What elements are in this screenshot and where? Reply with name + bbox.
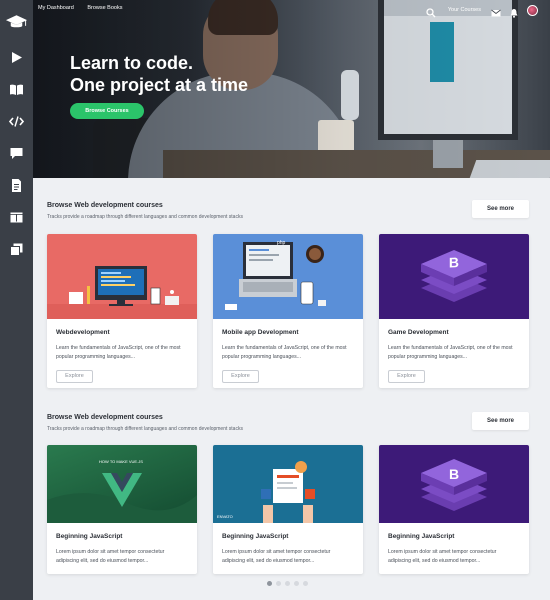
- top-right-toolbar: Your Courses: [426, 3, 538, 18]
- section-header: Browse Web development courses Tracks pr…: [47, 202, 243, 220]
- course-card[interactable]: HOW TO MAKE VUE.JS Beginning JavaScript …: [47, 445, 197, 574]
- section-subtitle: Tracks provide a roadmap through differe…: [47, 426, 243, 432]
- bell-icon[interactable]: [509, 5, 519, 18]
- nav-browse-books[interactable]: Browse Books: [87, 5, 122, 11]
- nav-your-courses[interactable]: Your Courses: [448, 7, 481, 13]
- course-description: Lorem ipsum dolor sit amet tempor consec…: [222, 549, 331, 564]
- copy-icon[interactable]: [9, 242, 24, 257]
- see-more-button[interactable]: See more: [472, 200, 529, 218]
- course-card[interactable]: ENVATO Beginning JavaScript Lorem ipsum …: [213, 445, 363, 574]
- course-title: Beginning JavaScript: [56, 533, 123, 540]
- course-title: Mobile app Development: [222, 329, 299, 336]
- pagination-dot[interactable]: [267, 581, 272, 586]
- course-description: Lorem ipsum dolor sit amet tempor consec…: [388, 549, 497, 564]
- explore-button[interactable]: Explore: [222, 370, 259, 383]
- top-nav: My Dashboard Browse Books: [38, 5, 134, 11]
- course-thumbnail-bootstrap: B: [379, 234, 529, 319]
- pagination-dot[interactable]: [285, 581, 290, 586]
- course-title: Beginning JavaScript: [222, 533, 289, 540]
- document-icon[interactable]: [9, 178, 24, 193]
- carousel-pagination: [267, 581, 312, 586]
- svg-text:B: B: [449, 254, 459, 270]
- course-thumbnail-bootstrap: B: [379, 445, 529, 523]
- svg-text:B: B: [449, 466, 459, 482]
- course-description: Learn the fundamentals of JavaScript, on…: [56, 345, 181, 360]
- book-icon[interactable]: [9, 82, 24, 97]
- search-icon[interactable]: [426, 5, 436, 18]
- graduation-cap-icon[interactable]: [5, 14, 28, 30]
- columns-icon[interactable]: [9, 210, 24, 225]
- course-thumbnail-vue: HOW TO MAKE VUE.JS: [47, 445, 197, 523]
- course-card[interactable]: Webdevelopment Learn the fundamentals of…: [47, 234, 197, 388]
- mail-icon[interactable]: [491, 5, 501, 17]
- section-subtitle: Tracks provide a roadmap through differe…: [47, 214, 243, 220]
- course-description: Learn the fundamentals of JavaScript, on…: [222, 345, 347, 360]
- vue-thumb-text: HOW TO MAKE VUE.JS: [99, 459, 143, 464]
- play-icon[interactable]: [9, 50, 24, 65]
- sidebar: [0, 0, 33, 600]
- php-label: php: [277, 240, 286, 246]
- course-card[interactable]: php Mobile app Development Learn the fun…: [213, 234, 363, 388]
- comment-icon[interactable]: [9, 146, 24, 161]
- pagination-dot[interactable]: [276, 581, 281, 586]
- code-icon[interactable]: [9, 114, 24, 129]
- user-avatar[interactable]: [527, 4, 538, 16]
- nav-my-dashboard[interactable]: My Dashboard: [38, 5, 74, 11]
- section-header: Browse Web development courses Tracks pr…: [47, 414, 243, 432]
- hero-title: Learn to code. One project at a time: [70, 53, 249, 95]
- envato-label: ENVATO: [217, 514, 233, 519]
- course-description: Learn the fundamentals of JavaScript, on…: [388, 345, 513, 360]
- pagination-dot[interactable]: [303, 581, 308, 586]
- explore-button[interactable]: Explore: [388, 370, 425, 383]
- pagination-dot[interactable]: [294, 581, 299, 586]
- explore-button[interactable]: Explore: [56, 370, 93, 383]
- browse-courses-button[interactable]: Browse Courses: [70, 103, 144, 119]
- course-card[interactable]: B Game Development Learn the fundamental…: [379, 234, 529, 388]
- course-title: Beginning JavaScript: [388, 533, 455, 540]
- section-title: Browse Web development courses: [47, 414, 163, 421]
- course-thumbnail-web: [47, 234, 197, 319]
- course-description: Lorem ipsum dolor sit amet tempor consec…: [56, 549, 165, 564]
- see-more-button[interactable]: See more: [472, 412, 529, 430]
- section-title: Browse Web development courses: [47, 202, 163, 209]
- course-thumbnail-html: ENVATO: [213, 445, 363, 523]
- course-thumbnail-mobile: php: [213, 234, 363, 319]
- course-title: Game Development: [388, 329, 449, 336]
- course-title: Webdevelopment: [56, 329, 110, 336]
- course-card[interactable]: B Beginning JavaScript Lorem ipsum dolor…: [379, 445, 529, 574]
